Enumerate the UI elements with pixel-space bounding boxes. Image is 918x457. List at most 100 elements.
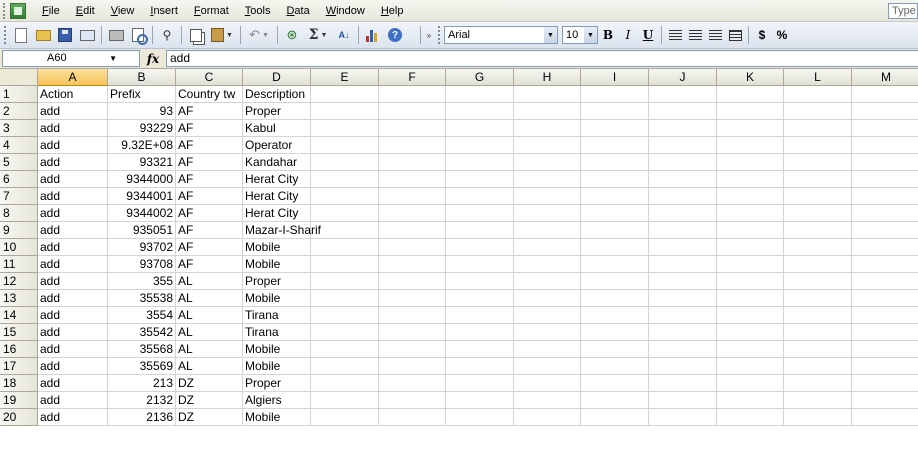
- cell-e8[interactable]: [311, 205, 379, 222]
- cell-g7[interactable]: [446, 188, 514, 205]
- cell-i17[interactable]: [581, 358, 649, 375]
- cell-l6[interactable]: [784, 171, 852, 188]
- row-header[interactable]: 16: [0, 341, 38, 358]
- cell-f17[interactable]: [379, 358, 446, 375]
- paste-button[interactable]: ▼: [207, 24, 237, 46]
- cell-c11[interactable]: AF: [176, 256, 243, 273]
- cell-j12[interactable]: [649, 273, 717, 290]
- cell-a19[interactable]: add: [38, 392, 108, 409]
- cell-f13[interactable]: [379, 290, 446, 307]
- cell-l5[interactable]: [784, 154, 852, 171]
- row-header[interactable]: 11: [0, 256, 38, 273]
- cell-a9[interactable]: add: [38, 222, 108, 239]
- cell-j13[interactable]: [649, 290, 717, 307]
- cell-d5[interactable]: Kandahar: [243, 154, 311, 171]
- open-button[interactable]: [32, 24, 54, 46]
- cell-l17[interactable]: [784, 358, 852, 375]
- cell-l4[interactable]: [784, 137, 852, 154]
- row-header[interactable]: 20: [0, 409, 38, 426]
- cell-k2[interactable]: [717, 103, 784, 120]
- cell-f18[interactable]: [379, 375, 446, 392]
- row-header[interactable]: 15: [0, 324, 38, 341]
- cell-m15[interactable]: [852, 324, 918, 341]
- cell-g3[interactable]: [446, 120, 514, 137]
- cell-b14[interactable]: 3554: [108, 307, 176, 324]
- cell-c3[interactable]: AF: [176, 120, 243, 137]
- cell-g15[interactable]: [446, 324, 514, 341]
- cell-k13[interactable]: [717, 290, 784, 307]
- cell-h12[interactable]: [514, 273, 581, 290]
- cell-d6[interactable]: Herat City: [243, 171, 311, 188]
- column-header-h[interactable]: H: [514, 69, 581, 86]
- cell-b12[interactable]: 355: [108, 273, 176, 290]
- cell-b5[interactable]: 93321: [108, 154, 176, 171]
- print-button[interactable]: [105, 24, 127, 46]
- cell-c1[interactable]: Country tw: [176, 86, 243, 103]
- cell-l7[interactable]: [784, 188, 852, 205]
- cell-e11[interactable]: [311, 256, 379, 273]
- cell-a1[interactable]: Action: [38, 86, 108, 103]
- cell-i11[interactable]: [581, 256, 649, 273]
- menu-edit[interactable]: Edit: [68, 0, 103, 22]
- cell-h16[interactable]: [514, 341, 581, 358]
- toolbar-options-button[interactable]: »: [424, 24, 434, 46]
- cell-m19[interactable]: [852, 392, 918, 409]
- cell-j9[interactable]: [649, 222, 717, 239]
- cell-b11[interactable]: 93708: [108, 256, 176, 273]
- cell-k5[interactable]: [717, 154, 784, 171]
- cell-l12[interactable]: [784, 273, 852, 290]
- cell-d20[interactable]: Mobile: [243, 409, 311, 426]
- cell-l13[interactable]: [784, 290, 852, 307]
- cell-b6[interactable]: 9344000: [108, 171, 176, 188]
- cell-b20[interactable]: 2136: [108, 409, 176, 426]
- cell-k1[interactable]: [717, 86, 784, 103]
- column-header-f[interactable]: F: [379, 69, 446, 86]
- cell-g6[interactable]: [446, 171, 514, 188]
- cell-k12[interactable]: [717, 273, 784, 290]
- cell-e14[interactable]: [311, 307, 379, 324]
- cell-d12[interactable]: Proper: [243, 273, 311, 290]
- cell-f2[interactable]: [379, 103, 446, 120]
- cell-m18[interactable]: [852, 375, 918, 392]
- cell-j20[interactable]: [649, 409, 717, 426]
- cell-j3[interactable]: [649, 120, 717, 137]
- cell-b18[interactable]: 213: [108, 375, 176, 392]
- cell-k11[interactable]: [717, 256, 784, 273]
- cell-g16[interactable]: [446, 341, 514, 358]
- menu-insert[interactable]: Insert: [142, 0, 186, 22]
- cell-c8[interactable]: AF: [176, 205, 243, 222]
- insert-function-icon[interactable]: fx: [140, 52, 166, 66]
- row-header[interactable]: 10: [0, 239, 38, 256]
- cell-k7[interactable]: [717, 188, 784, 205]
- cell-m6[interactable]: [852, 171, 918, 188]
- cell-k10[interactable]: [717, 239, 784, 256]
- column-header-j[interactable]: J: [649, 69, 717, 86]
- cell-h15[interactable]: [514, 324, 581, 341]
- cell-e4[interactable]: [311, 137, 379, 154]
- cell-e12[interactable]: [311, 273, 379, 290]
- column-header-l[interactable]: L: [784, 69, 852, 86]
- cell-i2[interactable]: [581, 103, 649, 120]
- cell-e19[interactable]: [311, 392, 379, 409]
- column-header-c[interactable]: C: [176, 69, 243, 86]
- cell-a18[interactable]: add: [38, 375, 108, 392]
- cell-k3[interactable]: [717, 120, 784, 137]
- cell-a4[interactable]: add: [38, 137, 108, 154]
- cell-f14[interactable]: [379, 307, 446, 324]
- cell-d16[interactable]: Mobile: [243, 341, 311, 358]
- cell-d1[interactable]: Description: [243, 86, 311, 103]
- cell-h19[interactable]: [514, 392, 581, 409]
- cell-e1[interactable]: [311, 86, 379, 103]
- cell-k8[interactable]: [717, 205, 784, 222]
- cell-d4[interactable]: Operator: [243, 137, 311, 154]
- cell-k19[interactable]: [717, 392, 784, 409]
- cell-f9[interactable]: [379, 222, 446, 239]
- cell-j15[interactable]: [649, 324, 717, 341]
- cell-m7[interactable]: [852, 188, 918, 205]
- cell-c6[interactable]: AF: [176, 171, 243, 188]
- cell-j16[interactable]: [649, 341, 717, 358]
- menu-data[interactable]: Data: [278, 0, 317, 22]
- cell-c5[interactable]: AF: [176, 154, 243, 171]
- percent-button[interactable]: %: [772, 24, 792, 46]
- cell-l15[interactable]: [784, 324, 852, 341]
